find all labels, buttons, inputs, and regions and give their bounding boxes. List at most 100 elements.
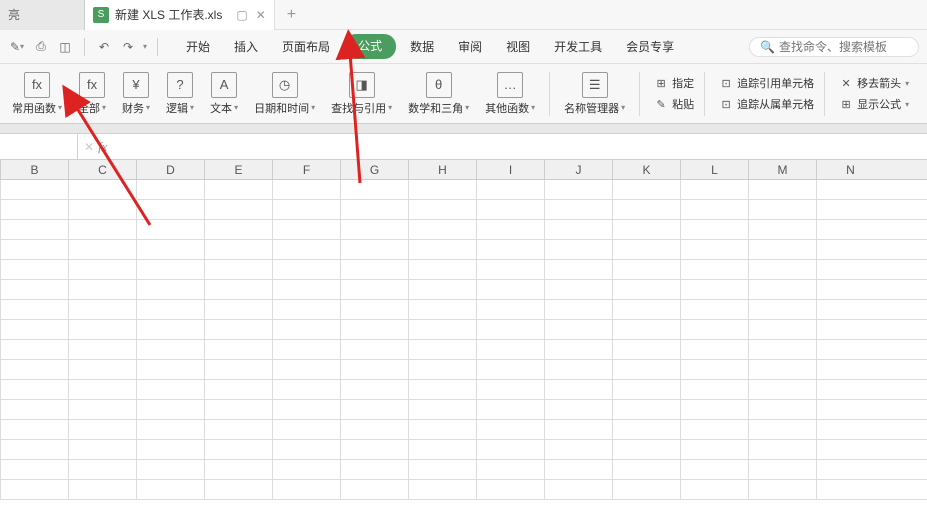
- cell[interactable]: [544, 380, 612, 399]
- cell[interactable]: [680, 240, 748, 259]
- cell[interactable]: [680, 400, 748, 419]
- cell[interactable]: [340, 360, 408, 379]
- cell[interactable]: [612, 280, 680, 299]
- fx-icon[interactable]: fx: [98, 139, 107, 155]
- cell[interactable]: [0, 260, 68, 279]
- cell[interactable]: [816, 260, 884, 279]
- cell[interactable]: [204, 300, 272, 319]
- cell[interactable]: [272, 480, 340, 499]
- cell[interactable]: [204, 340, 272, 359]
- cell[interactable]: [816, 440, 884, 459]
- cell[interactable]: [748, 260, 816, 279]
- ribbon-group-1[interactable]: fx全部 ▾: [72, 70, 112, 118]
- cell[interactable]: [680, 340, 748, 359]
- cell[interactable]: [68, 200, 136, 219]
- cell[interactable]: [204, 180, 272, 199]
- cell[interactable]: [204, 400, 272, 419]
- search-box[interactable]: 🔍: [749, 37, 919, 57]
- cell[interactable]: [68, 400, 136, 419]
- cell[interactable]: [476, 280, 544, 299]
- cell[interactable]: [748, 300, 816, 319]
- cell[interactable]: [0, 400, 68, 419]
- cell[interactable]: [408, 260, 476, 279]
- cell[interactable]: [544, 440, 612, 459]
- cell[interactable]: [476, 300, 544, 319]
- cell[interactable]: [340, 340, 408, 359]
- close-tab-icon[interactable]: ✕: [256, 8, 266, 22]
- cell[interactable]: [408, 420, 476, 439]
- menu-tab-0[interactable]: 开始: [176, 34, 220, 59]
- cell[interactable]: [408, 360, 476, 379]
- cell[interactable]: [136, 300, 204, 319]
- cell[interactable]: [340, 300, 408, 319]
- cell[interactable]: [136, 320, 204, 339]
- cell[interactable]: [408, 440, 476, 459]
- cell[interactable]: [612, 380, 680, 399]
- cell[interactable]: [0, 460, 68, 479]
- cell[interactable]: [408, 220, 476, 239]
- cell[interactable]: [272, 180, 340, 199]
- cell[interactable]: [136, 200, 204, 219]
- cell[interactable]: [680, 180, 748, 199]
- cell[interactable]: [816, 360, 884, 379]
- cell[interactable]: [476, 380, 544, 399]
- cell[interactable]: [680, 260, 748, 279]
- cell[interactable]: [340, 180, 408, 199]
- cell[interactable]: [0, 360, 68, 379]
- ribbon-right-1-0[interactable]: ⊡追踪引用单元格: [717, 74, 816, 92]
- prev-tab[interactable]: 亮: [0, 0, 85, 30]
- cell[interactable]: [612, 360, 680, 379]
- cell[interactable]: [476, 240, 544, 259]
- cell[interactable]: [816, 480, 884, 499]
- cell[interactable]: [680, 320, 748, 339]
- cell[interactable]: [0, 480, 68, 499]
- cell[interactable]: [204, 440, 272, 459]
- cell[interactable]: [544, 340, 612, 359]
- cell[interactable]: [340, 380, 408, 399]
- cell[interactable]: [272, 260, 340, 279]
- cell[interactable]: [408, 460, 476, 479]
- cell[interactable]: [544, 240, 612, 259]
- cell[interactable]: [68, 320, 136, 339]
- cell[interactable]: [136, 400, 204, 419]
- cell[interactable]: [408, 320, 476, 339]
- cell[interactable]: [816, 380, 884, 399]
- cell[interactable]: [408, 280, 476, 299]
- cell[interactable]: [816, 400, 884, 419]
- cell[interactable]: [680, 280, 748, 299]
- cell[interactable]: [612, 240, 680, 259]
- cell[interactable]: [476, 440, 544, 459]
- cell[interactable]: [68, 240, 136, 259]
- cell[interactable]: [408, 400, 476, 419]
- cell[interactable]: [136, 220, 204, 239]
- cell[interactable]: [544, 420, 612, 439]
- cell[interactable]: [748, 380, 816, 399]
- cell[interactable]: [748, 440, 816, 459]
- cell[interactable]: [680, 480, 748, 499]
- cell[interactable]: [476, 200, 544, 219]
- cell[interactable]: [612, 440, 680, 459]
- ribbon-right-2-1[interactable]: ⊞显示公式 ▾: [837, 95, 911, 113]
- cell[interactable]: [272, 200, 340, 219]
- cell[interactable]: [204, 200, 272, 219]
- cell[interactable]: [680, 220, 748, 239]
- cell[interactable]: [816, 340, 884, 359]
- cell[interactable]: [272, 420, 340, 439]
- col-header-M[interactable]: M: [748, 160, 816, 179]
- cell[interactable]: [0, 200, 68, 219]
- formula-input[interactable]: [113, 134, 927, 159]
- cell[interactable]: [748, 420, 816, 439]
- cell[interactable]: [272, 380, 340, 399]
- col-header-G[interactable]: G: [340, 160, 408, 179]
- qa-dropdown-icon[interactable]: ▾: [143, 42, 147, 51]
- cell[interactable]: [816, 220, 884, 239]
- col-header-H[interactable]: H: [408, 160, 476, 179]
- cell[interactable]: [68, 300, 136, 319]
- cell[interactable]: [408, 480, 476, 499]
- cell[interactable]: [272, 280, 340, 299]
- cell[interactable]: [476, 320, 544, 339]
- col-header-N[interactable]: N: [816, 160, 884, 179]
- cell[interactable]: [68, 460, 136, 479]
- cell[interactable]: [340, 400, 408, 419]
- cell[interactable]: [204, 320, 272, 339]
